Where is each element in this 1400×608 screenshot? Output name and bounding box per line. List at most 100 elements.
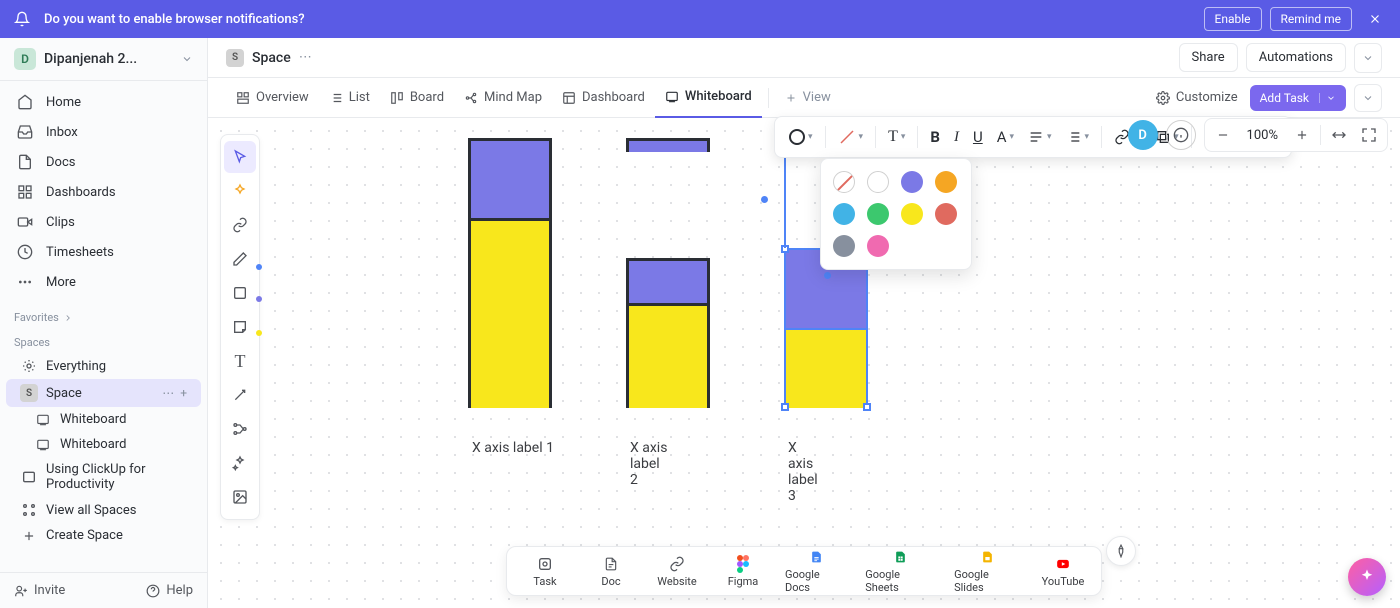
swatch-yellow[interactable] — [901, 203, 923, 225]
spaces-section[interactable]: Spaces — [0, 328, 207, 353]
pen-tool[interactable] — [224, 243, 256, 275]
more-icon[interactable]: ⋯ — [162, 386, 174, 400]
tab-dashboard[interactable]: Dashboard — [552, 78, 655, 118]
selection-center-handle[interactable] — [824, 272, 831, 279]
nav-docs[interactable]: Docs — [0, 147, 207, 177]
remind-button[interactable]: Remind me — [1270, 7, 1352, 31]
fit-width-button[interactable] — [1327, 127, 1351, 143]
pin-button[interactable] — [1106, 536, 1136, 566]
info-icon[interactable] — [1166, 120, 1196, 150]
swatch-pink[interactable] — [867, 235, 889, 257]
insert-task[interactable]: Task — [521, 555, 569, 588]
workspace-switcher[interactable]: D Dipanjenah 2... — [0, 38, 207, 81]
zoom-out-button[interactable] — [1211, 128, 1235, 142]
stroke-color-button[interactable]: ▾ — [832, 124, 870, 150]
font-button[interactable]: T▾ — [882, 124, 911, 150]
fill-color-button[interactable]: ▾ — [783, 125, 819, 149]
help-button[interactable]: Help — [146, 583, 193, 598]
more-icon[interactable]: ⋯ — [299, 50, 312, 65]
mindmap-tool[interactable] — [224, 413, 256, 445]
pointer-tool[interactable] — [224, 141, 256, 173]
zoom-percent[interactable]: 100% — [1241, 128, 1284, 143]
insert-figma[interactable]: Figma — [719, 555, 767, 588]
avatar[interactable]: D — [1128, 120, 1158, 150]
selection-side-handle[interactable] — [761, 196, 768, 203]
tab-board[interactable]: Board — [380, 78, 454, 118]
swatch-orange[interactable] — [935, 171, 957, 193]
ai-tool[interactable] — [224, 175, 256, 207]
magic-tool[interactable] — [224, 447, 256, 479]
nav-more[interactable]: More — [0, 267, 207, 297]
tree-productivity[interactable]: Using ClickUp for Productivity — [6, 457, 201, 497]
swatch-blue[interactable] — [833, 203, 855, 225]
bold-button[interactable]: B — [924, 124, 946, 150]
tree-whiteboard-1[interactable]: Whiteboard — [6, 407, 201, 432]
insert-doc[interactable]: Doc — [587, 555, 635, 588]
zoom-controls: 100% — [1204, 118, 1388, 152]
insert-bar: Task Doc Website Figma Google Docs Googl… — [506, 546, 1102, 596]
tree-create-space[interactable]: Create Space — [6, 523, 201, 548]
insert-gsheets[interactable]: Google Sheets — [865, 548, 936, 594]
ai-fab[interactable] — [1348, 558, 1386, 596]
italic-button[interactable]: I — [948, 125, 965, 150]
text-tool[interactable]: T — [224, 345, 256, 377]
nav-inbox[interactable]: Inbox — [0, 117, 207, 147]
chevron-down-icon[interactable] — [1319, 93, 1336, 103]
list-button[interactable]: ▾ — [1060, 125, 1096, 149]
add-view-button[interactable]: View — [775, 78, 841, 118]
add-task-button[interactable]: Add Task — [1250, 85, 1346, 111]
chevron-down-icon[interactable] — [1354, 84, 1382, 112]
insert-website[interactable]: Website — [653, 555, 701, 588]
tab-whiteboard[interactable]: Whiteboard — [655, 78, 762, 118]
chevron-down-icon[interactable] — [1354, 43, 1382, 73]
underline-button[interactable]: U — [967, 124, 989, 150]
image-tool[interactable] — [224, 481, 256, 513]
automations-button[interactable]: Automations — [1246, 43, 1346, 72]
insert-youtube[interactable]: YouTube — [1039, 555, 1087, 588]
nav-dashboards[interactable]: Dashboards — [0, 177, 207, 207]
bar-2[interactable] — [626, 258, 710, 408]
swatch-purple[interactable] — [901, 171, 923, 193]
tree-space[interactable]: S Space ⋯+ — [6, 379, 201, 407]
swatch-gray[interactable] — [833, 235, 855, 257]
tree-whiteboard-2[interactable]: Whiteboard — [6, 432, 201, 457]
nav-home[interactable]: Home — [0, 87, 207, 117]
customize-button[interactable]: Customize — [1156, 90, 1238, 105]
bar-1[interactable] — [468, 138, 552, 408]
tab-list[interactable]: List — [319, 78, 380, 118]
everything-icon — [20, 358, 38, 374]
nav-clips[interactable]: Clips — [0, 207, 207, 237]
sticky-tool[interactable] — [224, 311, 256, 343]
tree-everything[interactable]: Everything — [6, 353, 201, 379]
close-icon[interactable] — [1364, 8, 1386, 30]
swatch-white[interactable] — [867, 171, 889, 193]
connector-tool[interactable] — [224, 379, 256, 411]
enable-button[interactable]: Enable — [1204, 7, 1262, 31]
tab-overview[interactable]: Overview — [226, 78, 319, 118]
swatch-none[interactable] — [833, 171, 855, 193]
link-icon — [669, 555, 685, 573]
notification-bar: Do you want to enable browser notificati… — [0, 0, 1400, 38]
align-button[interactable]: ▾ — [1022, 125, 1058, 149]
whiteboard-canvas[interactable]: T — [208, 118, 1400, 608]
plus-icon[interactable]: + — [180, 386, 187, 400]
zoom-in-button[interactable] — [1290, 128, 1314, 142]
share-button[interactable]: Share — [1179, 43, 1238, 72]
insert-gslides[interactable]: Google Slides — [954, 548, 1021, 594]
tree-viewall[interactable]: View all Spaces — [6, 497, 201, 523]
youtube-icon — [1054, 555, 1072, 573]
swatch-green[interactable] — [867, 203, 889, 225]
nav-timesheets[interactable]: Timesheets — [0, 237, 207, 267]
fullscreen-button[interactable] — [1357, 127, 1381, 143]
shape-tool[interactable] — [224, 277, 256, 309]
insert-gdocs[interactable]: Google Docs — [785, 548, 847, 594]
favorites-section[interactable]: Favorites — [0, 303, 207, 328]
text-color-button[interactable]: A▾ — [991, 124, 1020, 150]
invite-button[interactable]: Invite — [14, 583, 65, 598]
tab-mindmap[interactable]: Mind Map — [454, 78, 552, 118]
bar-2-fragment[interactable] — [626, 138, 710, 152]
gsheets-icon — [894, 548, 907, 566]
nav-label: Timesheets — [46, 245, 114, 260]
swatch-red[interactable] — [935, 203, 957, 225]
link-tool[interactable] — [224, 209, 256, 241]
